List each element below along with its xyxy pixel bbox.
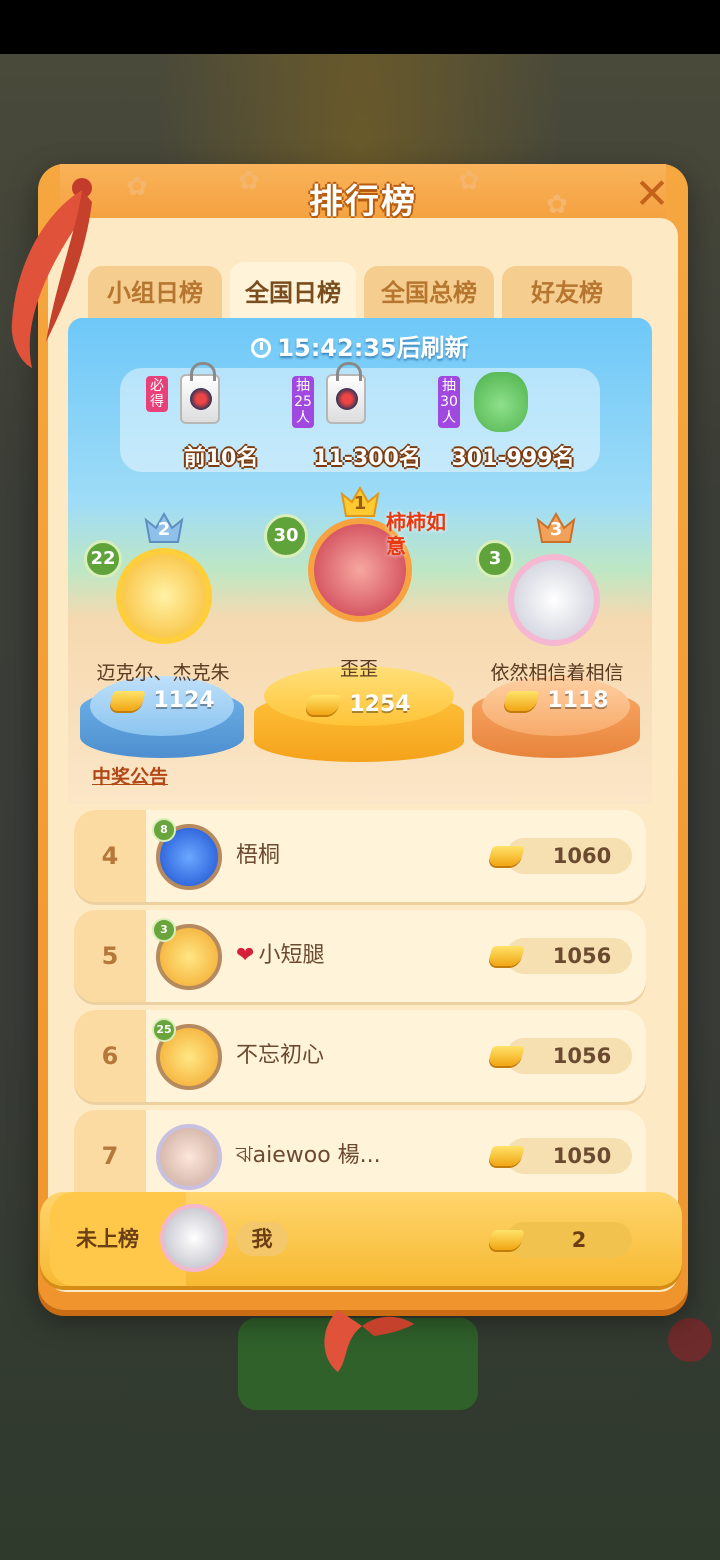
tab-group-daily[interactable]: 小组日榜 [88, 266, 222, 322]
tab-national-total[interactable]: 全国总榜 [364, 266, 494, 322]
status-bar [0, 0, 720, 54]
tab-friends[interactable]: 好友榜 [502, 266, 632, 322]
list-item[interactable]: 7 ঝaiewoo 楊... 1050 [74, 1110, 646, 1194]
podium-name: 歪歪 [339, 658, 378, 680]
podium-stage: 15:42:35后刷新 必得 前10名 抽25人 11-300名 抽30人 30… [68, 318, 652, 804]
prize-label: 前10名 [183, 446, 259, 471]
prize-11-300[interactable]: 抽25人 11-300名 [292, 362, 442, 472]
avatar[interactable] [160, 1204, 228, 1272]
prize-panel: 必得 前10名 抽25人 11-300名 抽30人 301-999名 [120, 362, 600, 472]
avatar[interactable] [116, 548, 212, 644]
prize-tag: 抽25人 [292, 376, 314, 428]
level-badge: 25 [152, 1018, 176, 1042]
list-item[interactable]: 4 8 梧桐 1060 [74, 810, 646, 902]
avatar[interactable] [156, 1124, 222, 1190]
ribbon-decoration [324, 1310, 414, 1372]
gift-bag-icon [180, 362, 220, 424]
score-value: 1050 [506, 1138, 632, 1174]
gold-icon [502, 691, 541, 711]
avatar-frame-badge: 柿柿如意 [386, 510, 446, 558]
level-badge: 22 [84, 540, 122, 578]
rank-number: 7 [74, 1110, 146, 1194]
lips-icon: ❤ [236, 943, 255, 968]
player-name: ❤ 小短腿 [236, 943, 325, 968]
podium-score: 1254 [294, 692, 424, 717]
gold-icon [304, 695, 343, 715]
tab-bar: 小组日榜 全国日榜 全国总榜 好友榜 [88, 262, 636, 322]
clock-icon [251, 338, 272, 358]
tab-national-daily[interactable]: 全国日榜 [230, 262, 356, 322]
score-value: 1060 [506, 838, 632, 874]
panel-title: 排行榜 [309, 182, 417, 222]
gold-icon [108, 691, 147, 711]
prize-top10[interactable]: 必得 前10名 [146, 362, 296, 472]
my-rank-row[interactable]: 未上榜 我 2 [40, 1192, 682, 1286]
frog-plush-icon [474, 372, 528, 432]
score-value: 1056 [506, 1038, 632, 1074]
background-badge [668, 1318, 712, 1362]
podium-score: 1124 [98, 688, 228, 713]
rank-number: 4 [74, 810, 146, 902]
prize-label: 301-999名 [451, 446, 575, 471]
my-name: 我 [236, 1222, 288, 1256]
crown-icon: 1 [340, 484, 380, 518]
level-badge: 8 [152, 818, 176, 842]
rank-number: 6 [74, 1010, 146, 1102]
rank-number: 5 [74, 910, 146, 1002]
crown-icon: 2 [144, 510, 184, 544]
gift-bag-icon [326, 362, 366, 424]
crown-icon: 3 [536, 510, 576, 544]
list-item[interactable]: 6 25 不忘初心 1056 [74, 1010, 646, 1102]
podium-name: 迈克尔、杰克朱 [96, 662, 230, 684]
prize-301-999[interactable]: 抽30人 301-999名 [438, 368, 588, 472]
winner-announcement-link[interactable]: 中奖公告 [92, 762, 168, 789]
podium-name: 依然相信着相信 [490, 662, 624, 684]
player-name: ঝaiewoo 楊... [236, 1143, 381, 1168]
player-name: 梧桐 [236, 843, 281, 868]
refresh-timer: 15:42:35后刷新 [68, 328, 652, 363]
podium-score: 1118 [492, 688, 622, 713]
close-icon[interactable]: ✕ [628, 170, 676, 218]
my-score: 2 [506, 1222, 632, 1258]
player-name: 不忘初心 [236, 1043, 325, 1068]
list-item[interactable]: 5 3 ❤ 小短腿 1056 [74, 910, 646, 1002]
level-badge: 3 [476, 540, 514, 578]
my-rank-label: 未上榜 [76, 1227, 139, 1251]
level-badge: 3 [152, 918, 176, 942]
avatar[interactable] [508, 554, 600, 646]
score-value: 1056 [506, 938, 632, 974]
prize-tag: 必得 [146, 376, 168, 412]
level-badge: 30 [264, 514, 308, 558]
prize-label: 11-300名 [313, 446, 421, 471]
prize-tag: 抽30人 [438, 376, 460, 428]
